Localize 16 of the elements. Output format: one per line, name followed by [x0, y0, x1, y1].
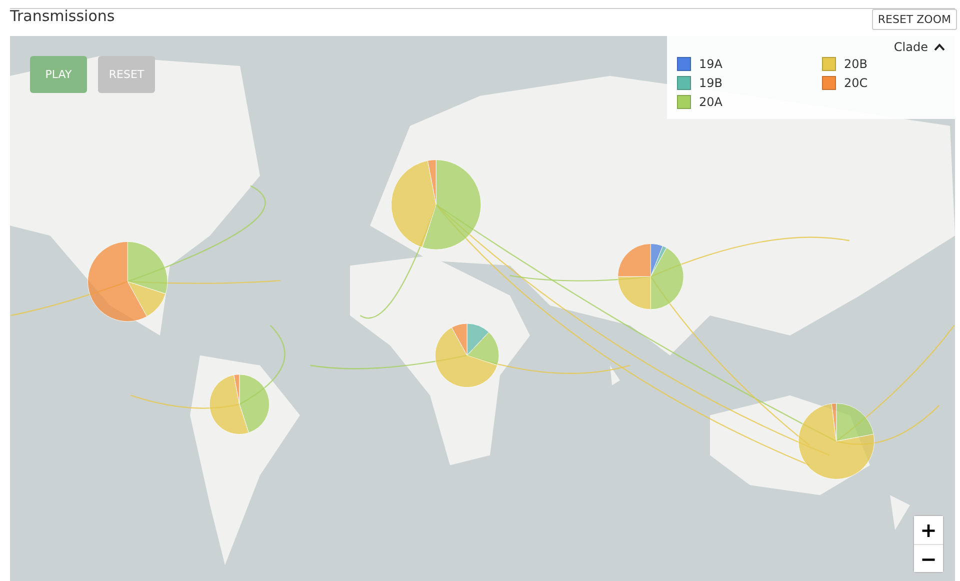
legend-label: 20B [844, 56, 868, 70]
legend-title: Clade [894, 40, 928, 54]
pie-chart[interactable] [88, 241, 168, 322]
chevron-up-icon[interactable] [934, 43, 945, 51]
pie-chart[interactable] [209, 374, 270, 434]
pie-chart[interactable] [618, 243, 684, 310]
pie-chart[interactable] [434, 323, 500, 388]
legend-label: 19B [699, 76, 723, 90]
pie-chart[interactable] [798, 403, 874, 480]
panel-title: Transmissions [10, 7, 115, 25]
legend-label: 20A [699, 94, 722, 108]
zoom-out-button[interactable]: − [914, 544, 943, 572]
legend-label: 19A [699, 56, 722, 70]
pie-chart[interactable] [390, 160, 482, 250]
reset-zoom-button[interactable]: RESET ZOOM [872, 9, 957, 30]
legend-label: 20C [844, 76, 868, 90]
